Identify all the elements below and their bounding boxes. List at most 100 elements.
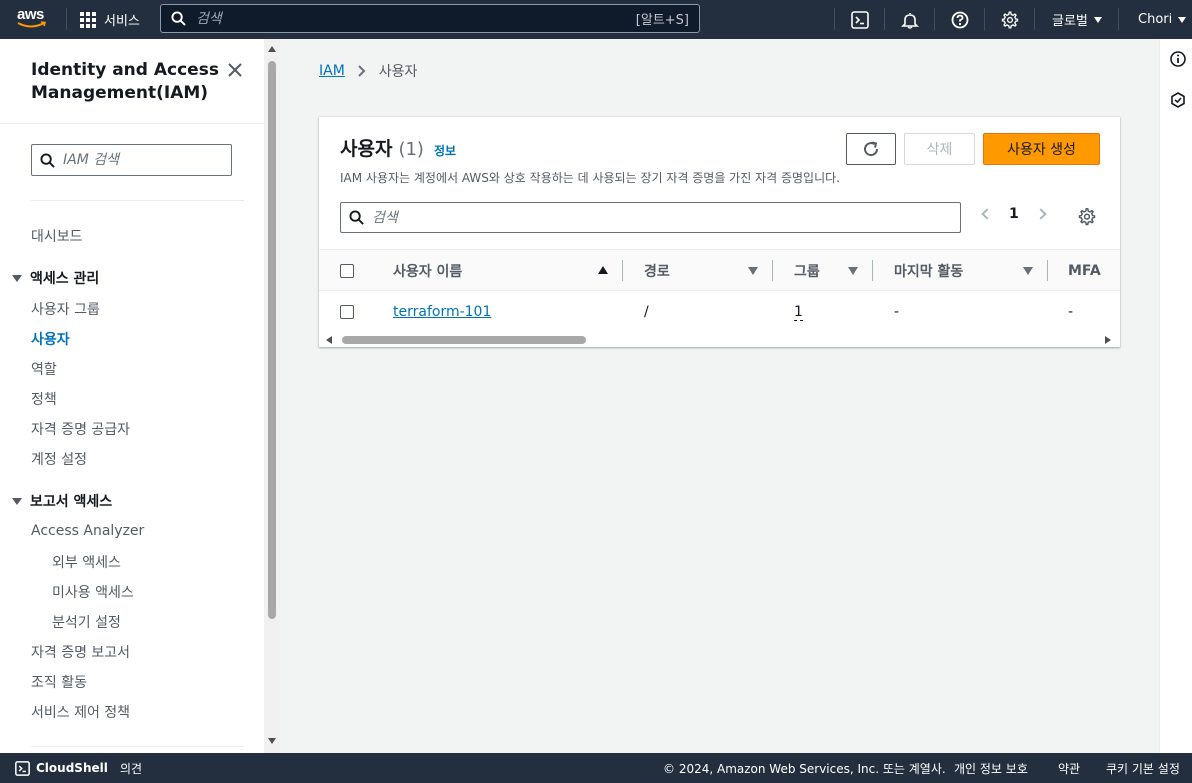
users-table-panel: 사용자 (1) 정보 IAM 사용자는 계정에서 AWS와 상호 작용하는 데 … [319, 117, 1120, 347]
column-label: 경로 [644, 263, 670, 280]
info-icon[interactable] [1170, 51, 1186, 67]
sidebar-item-organization-activity[interactable]: 조직 활동 [31, 672, 87, 692]
caret-down-icon [1178, 16, 1187, 23]
column-label: MFA [1068, 262, 1101, 279]
scroll-right-arrow-icon[interactable] [1105, 336, 1111, 344]
sort-icon[interactable] [748, 267, 758, 275]
global-search-input[interactable] [196, 10, 636, 27]
tools-rail [1159, 39, 1192, 753]
delete-button[interactable]: 삭제 [904, 133, 975, 165]
scroll-left-arrow-icon[interactable] [326, 336, 332, 344]
sidebar-divider [0, 123, 264, 124]
chevron-right-icon[interactable] [1035, 208, 1047, 220]
footer: CloudShell 의견 © 2024, Amazon Web Service… [0, 753, 1192, 783]
feedback-link[interactable]: 의견 [120, 753, 142, 783]
sidebar-item-unused-access[interactable]: 미사용 액세스 [52, 582, 134, 602]
table-header: 사용자 이름 경로 그룹 마지막 활동 MFA [319, 249, 1120, 291]
user-path: / [644, 304, 649, 320]
scrollbar-thumb[interactable] [268, 61, 276, 619]
close-icon[interactable] [226, 61, 244, 79]
feedback-icon[interactable] [1170, 92, 1186, 108]
region-label: 글로벌 [1052, 14, 1088, 29]
panel-title: 사용자 [340, 138, 393, 160]
column-divider[interactable] [772, 260, 773, 281]
select-all-checkbox[interactable] [340, 264, 354, 278]
breadcrumb-iam-link[interactable]: IAM [319, 63, 345, 79]
account-menu[interactable]: Chori [1138, 0, 1187, 39]
sort-ascending-icon[interactable] [598, 266, 608, 274]
table-search-input[interactable] [372, 209, 952, 226]
scrollbar-thumb[interactable] [342, 336, 586, 344]
column-header-user-name[interactable]: 사용자 이름 [393, 250, 462, 291]
section-label: 액세스 관리 [30, 271, 100, 287]
column-header-mfa[interactable]: MFA [1068, 250, 1101, 291]
row-checkbox[interactable] [340, 305, 354, 319]
sidebar-item-dashboard[interactable]: 대시보드 [31, 226, 83, 246]
sidebar-item-service-control-policies[interactable]: 서비스 제어 정책 [31, 702, 130, 722]
search-icon [171, 11, 186, 26]
services-menu-button[interactable]: 서비스 [80, 0, 140, 39]
user-mfa: - [1068, 304, 1074, 320]
global-search[interactable]: [알트+S] [160, 4, 700, 33]
chevron-right-icon [358, 65, 366, 77]
expand-icon [12, 274, 22, 282]
sidebar-item-account-settings[interactable]: 계정 설정 [31, 449, 87, 469]
sidebar-section-access-management[interactable]: 액세스 관리 [12, 268, 99, 288]
scroll-down-arrow-icon[interactable] [268, 738, 276, 744]
nav-divider [934, 8, 935, 30]
region-selector[interactable]: 글로벌 [1052, 0, 1102, 39]
column-header-last-activity[interactable]: 마지막 활동 [894, 250, 963, 291]
aws-logo[interactable]: aws [15, 6, 51, 32]
terms-link[interactable]: 약관 [1058, 753, 1080, 783]
iam-search[interactable] [31, 144, 232, 176]
sort-icon[interactable] [848, 267, 858, 275]
column-divider[interactable] [872, 260, 873, 281]
user-count: (1) [398, 139, 424, 160]
column-label: 그룹 [794, 263, 820, 280]
cookie-preferences-link[interactable]: 쿠키 기본 설정 [1106, 753, 1180, 783]
column-divider[interactable] [1047, 260, 1048, 281]
settings-button[interactable] [999, 0, 1021, 39]
sort-icon[interactable] [1023, 267, 1033, 275]
sidebar-item-users[interactable]: 사용자 [31, 329, 70, 349]
nav-divider [884, 8, 885, 30]
column-header-path[interactable]: 경로 [644, 250, 670, 291]
privacy-link[interactable]: 개인 정보 보호 [954, 753, 1028, 783]
page-number[interactable]: 1 [1009, 206, 1019, 222]
sidebar-item-external-access[interactable]: 외부 액세스 [52, 552, 121, 572]
column-divider[interactable] [622, 260, 623, 281]
user-groups-count[interactable]: 1 [794, 304, 803, 321]
cloudshell-footer-button[interactable]: CloudShell [15, 753, 108, 783]
gear-icon[interactable] [1078, 208, 1096, 226]
table-horizontal-scrollbar[interactable] [319, 333, 1120, 347]
scroll-up-arrow-icon[interactable] [268, 46, 276, 52]
info-link[interactable]: 정보 [434, 142, 456, 159]
user-last-activity: - [894, 304, 900, 320]
chevron-left-icon[interactable] [981, 208, 993, 220]
sidebar-scrollbar[interactable] [264, 39, 280, 753]
iam-search-input[interactable] [63, 152, 223, 168]
cloudshell-icon [15, 760, 30, 776]
sidebar-item-analyzer-settings[interactable]: 분석기 설정 [52, 612, 121, 632]
sidebar-item-credential-report[interactable]: 자격 증명 보고서 [31, 642, 130, 662]
column-header-groups[interactable]: 그룹 [794, 250, 820, 291]
nav-divider [984, 8, 985, 30]
help-button[interactable] [949, 0, 971, 39]
sidebar-item-identity-providers[interactable]: 자격 증명 공급자 [31, 419, 130, 439]
sidebar-item-user-groups[interactable]: 사용자 그룹 [31, 299, 100, 319]
sidebar-item-access-analyzer[interactable]: Access Analyzer [31, 523, 144, 539]
user-name-link[interactable]: terraform-101 [393, 304, 491, 320]
sidebar-item-roles[interactable]: 역할 [31, 359, 57, 379]
table-search[interactable] [340, 202, 961, 233]
side-navigation: Identity and Access Management(IAM) 대시보드… [0, 39, 280, 753]
notifications-button[interactable] [899, 0, 921, 39]
sidebar-title[interactable]: Identity and Access Management(IAM) [31, 59, 221, 105]
create-user-button[interactable]: 사용자 생성 [983, 133, 1100, 165]
refresh-button[interactable] [846, 133, 896, 165]
sidebar-section-access-reports[interactable]: 보고서 액세스 [12, 491, 112, 511]
panel-description: IAM 사용자는 계정에서 AWS와 상호 작용하는 데 사용되는 장기 자격 … [340, 171, 840, 185]
nav-divider [834, 8, 835, 30]
column-label: 사용자 이름 [393, 263, 463, 280]
cloudshell-button[interactable] [849, 0, 871, 39]
sidebar-item-policies[interactable]: 정책 [31, 389, 57, 409]
